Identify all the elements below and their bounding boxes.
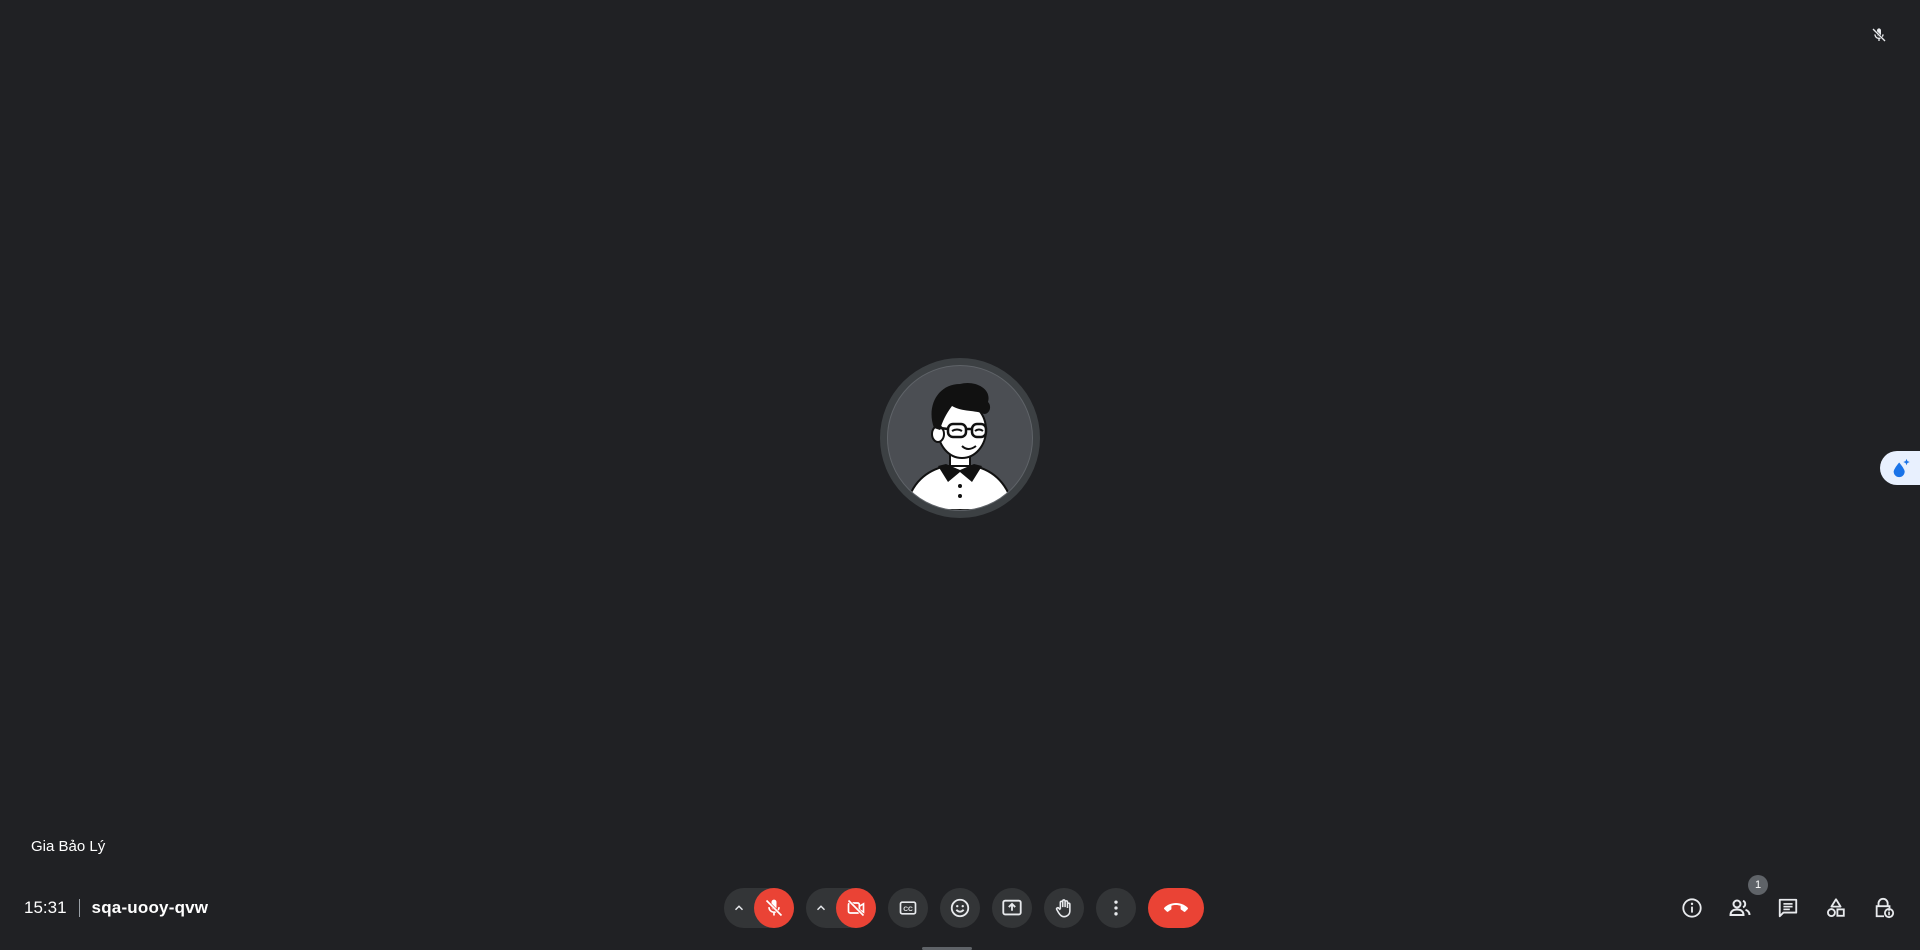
- avatar-illustration: [887, 365, 1033, 511]
- meeting-details: 15:31 sqa-uooy-qvw: [24, 896, 208, 920]
- svg-text:CC: CC: [903, 906, 913, 913]
- divider: [78, 899, 80, 917]
- info-icon: [1682, 898, 1702, 918]
- captions-button[interactable]: CC: [888, 888, 928, 928]
- people-button[interactable]: 1: [1716, 875, 1768, 928]
- more-options-icon: [1114, 900, 1118, 916]
- activities-icon: [1827, 898, 1845, 917]
- meeting-time: 15:31: [24, 898, 67, 917]
- audio-options-button[interactable]: [724, 888, 754, 928]
- call-controls: CC: [724, 887, 1204, 929]
- camera-toggle-button[interactable]: [836, 888, 876, 928]
- call-end-icon: [1164, 903, 1188, 912]
- chevron-up-icon: [734, 905, 744, 911]
- mic-off-icon: [1872, 28, 1886, 42]
- mic-off-indicator: [1862, 18, 1896, 52]
- present-button[interactable]: [992, 888, 1032, 928]
- meeting-tools: 1: [1668, 875, 1908, 928]
- audio-control-group: [724, 888, 794, 928]
- host-controls-button[interactable]: [1860, 888, 1908, 928]
- participant-avatar: [880, 358, 1040, 518]
- present-screen-icon: [1002, 899, 1022, 916]
- participant-name: Gia Bảo Lý: [31, 838, 106, 855]
- meeting-code: sqa-uooy-qvw: [91, 898, 209, 917]
- emoji-reaction-icon: [950, 898, 970, 918]
- videocam-off-icon: [847, 899, 865, 917]
- mic-off-icon: [765, 899, 783, 917]
- closed-captions-icon: CC: [899, 901, 917, 915]
- video-options-button[interactable]: [806, 888, 836, 928]
- video-control-group: [806, 888, 876, 928]
- raise-hand-button[interactable]: [1044, 888, 1084, 928]
- chat-button[interactable]: [1764, 888, 1812, 928]
- host-controls-icon: [1875, 897, 1895, 919]
- visual-effects-tab[interactable]: [1880, 451, 1920, 485]
- more-options-button[interactable]: [1096, 888, 1136, 928]
- visual-effects-icon: [1893, 458, 1910, 478]
- reactions-button[interactable]: [940, 888, 980, 928]
- leave-call-button[interactable]: [1148, 888, 1204, 928]
- activities-button[interactable]: [1812, 888, 1860, 928]
- people-icon: [1729, 899, 1751, 916]
- raise-hand-icon: [1055, 899, 1071, 918]
- chat-icon: [1778, 898, 1798, 918]
- microphone-toggle-button[interactable]: [754, 888, 794, 928]
- chevron-up-icon: [816, 905, 826, 911]
- meeting-details-button[interactable]: [1668, 888, 1716, 928]
